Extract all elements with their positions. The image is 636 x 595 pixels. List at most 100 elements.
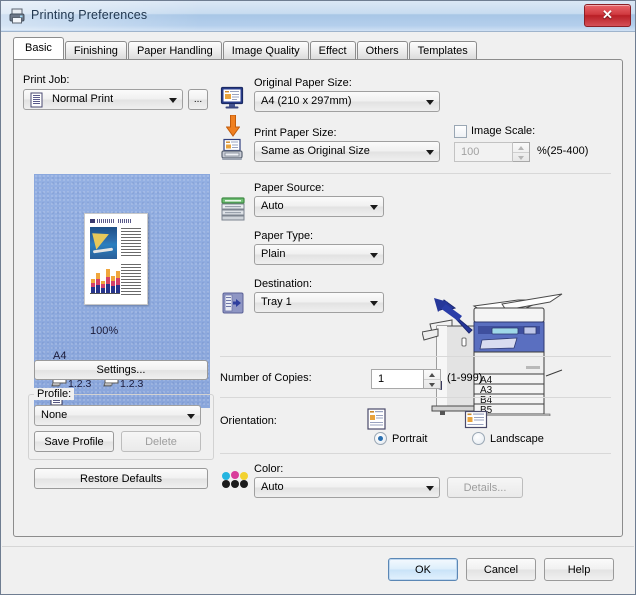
color-value: Auto	[261, 481, 284, 493]
tab-strip: Basic Finishing Paper Handling Image Qua…	[13, 37, 478, 59]
paper-source-label: Paper Source:	[254, 182, 325, 194]
separator-orientation	[220, 453, 611, 454]
paper-source-combo[interactable]: Auto	[254, 196, 384, 217]
separator-copies	[220, 397, 611, 398]
settings-button[interactable]: Settings...	[34, 360, 208, 380]
preview-bar-chart	[90, 266, 120, 296]
chevron-down-icon	[426, 150, 434, 155]
preview-header-text-b	[118, 219, 132, 223]
monitor-icon	[220, 86, 244, 109]
document-icon	[30, 92, 43, 108]
portrait-radio[interactable]	[374, 432, 387, 445]
image-scale-value: 100	[461, 146, 480, 158]
paper-source-value: Auto	[261, 200, 284, 212]
chevron-down-icon	[370, 253, 378, 258]
tab-basic[interactable]: Basic	[13, 37, 64, 59]
ok-button[interactable]: OK	[388, 558, 458, 581]
copies-spinner-down[interactable]	[424, 379, 440, 389]
color-details-button: Details...	[447, 477, 523, 498]
title-bar: Printing Preferences ✕	[1, 1, 635, 32]
number-of-copies-range: (1-999)	[447, 372, 483, 384]
print-paper-size-combo[interactable]: Same as Original Size	[254, 141, 440, 162]
destination-icon	[222, 292, 244, 314]
paper-type-value: Plain	[261, 248, 286, 260]
preview-header-text-a	[97, 219, 115, 223]
tab-paper-handling[interactable]: Paper Handling	[127, 41, 222, 59]
paper-type-combo[interactable]: Plain	[254, 244, 384, 265]
tab-effect[interactable]: Effect	[309, 41, 356, 59]
chevron-down-icon	[426, 100, 434, 105]
cancel-button[interactable]: Cancel	[466, 558, 536, 581]
landscape-radio[interactable]	[472, 432, 485, 445]
paper-tray-icon	[221, 197, 245, 221]
image-scale-spinner-up	[513, 143, 529, 152]
preview-photo	[90, 227, 117, 259]
help-button[interactable]: Help	[544, 558, 614, 581]
window-title: Printing Preferences	[31, 8, 148, 22]
preview-text-block-b	[121, 264, 141, 297]
close-icon: ✕	[602, 7, 613, 22]
profile-group-label: Profile:	[34, 388, 75, 400]
number-of-copies-spinner[interactable]	[424, 369, 441, 389]
copies-spinner-up[interactable]	[424, 370, 440, 379]
footer-separator	[2, 546, 634, 547]
down-arrow-icon	[226, 115, 240, 137]
chevron-down-icon	[187, 414, 195, 419]
preview-page-thumbnail	[84, 213, 148, 305]
tab-templates[interactable]: Templates	[408, 41, 477, 59]
image-scale-label: Image Scale:	[471, 125, 536, 137]
preview-text-block-a	[121, 228, 141, 258]
number-of-copies-label: Number of Copies:	[220, 372, 312, 384]
original-paper-size-label: Original Paper Size:	[254, 77, 352, 89]
number-of-copies-value: 1	[378, 373, 385, 385]
image-scale-spinner	[513, 142, 530, 162]
original-paper-size-value: A4 (210 x 297mm)	[261, 95, 352, 107]
color-dots-icon	[222, 471, 248, 488]
print-job-combo[interactable]: Normal Print	[23, 89, 183, 110]
print-paper-size-value: Same as Original Size	[261, 145, 370, 157]
print-job-browse-button[interactable]: ...	[188, 89, 208, 110]
save-profile-button[interactable]: Save Profile	[34, 431, 114, 452]
printer-icon	[9, 8, 25, 24]
tab-image-quality[interactable]: Image Quality	[222, 41, 309, 59]
color-combo[interactable]: Auto	[254, 477, 440, 498]
color-label: Color:	[254, 463, 284, 475]
landscape-label: Landscape	[490, 433, 544, 445]
tab-finishing[interactable]: Finishing	[64, 41, 127, 59]
printing-preferences-window: Printing Preferences ✕ Basic Finishing P…	[0, 0, 636, 595]
number-of-copies-input[interactable]: 1	[371, 369, 424, 389]
tab-others[interactable]: Others	[356, 41, 408, 59]
print-paper-size-label: Print Paper Size:	[254, 127, 337, 139]
chevron-down-icon	[370, 205, 378, 210]
orientation-label: Orientation:	[220, 415, 277, 427]
image-scale-range: %(25-400)	[537, 145, 589, 157]
printer-output-icon	[221, 138, 243, 160]
destination-value: Tray 1	[261, 296, 292, 308]
chevron-down-icon	[426, 486, 434, 491]
print-job-value: Normal Print	[52, 93, 114, 105]
separator-top	[220, 173, 611, 174]
image-scale-checkbox[interactable]	[454, 125, 467, 138]
original-paper-size-combo[interactable]: A4 (210 x 297mm)	[254, 91, 440, 112]
print-job-label: Print Job:	[23, 74, 70, 86]
portrait-orientation-icon[interactable]	[366, 408, 387, 430]
image-scale-input: 100	[454, 142, 513, 162]
restore-defaults-button[interactable]: Restore Defaults	[34, 468, 208, 489]
preview-header-marker	[90, 219, 95, 223]
delete-profile-button: Delete	[121, 431, 201, 452]
preview-sail-shape	[92, 229, 112, 250]
separator-middle	[220, 356, 611, 357]
portrait-label: Portrait	[392, 433, 428, 445]
landscape-orientation-icon[interactable]	[464, 410, 488, 429]
image-scale-spinner-down	[513, 152, 529, 162]
profile-combo[interactable]: None	[34, 405, 201, 426]
basic-tab-page: Print Job: Normal Print ... 100% A4 1.2.…	[13, 59, 623, 537]
destination-label: Destination:	[254, 278, 313, 290]
chevron-down-icon	[370, 301, 378, 306]
profile-value: None	[41, 409, 68, 421]
destination-combo[interactable]: Tray 1	[254, 292, 384, 313]
close-button[interactable]: ✕	[584, 4, 631, 27]
paper-type-label: Paper Type:	[254, 230, 314, 242]
chevron-down-icon	[169, 98, 177, 103]
preview-scale-text: 100%	[90, 325, 119, 337]
